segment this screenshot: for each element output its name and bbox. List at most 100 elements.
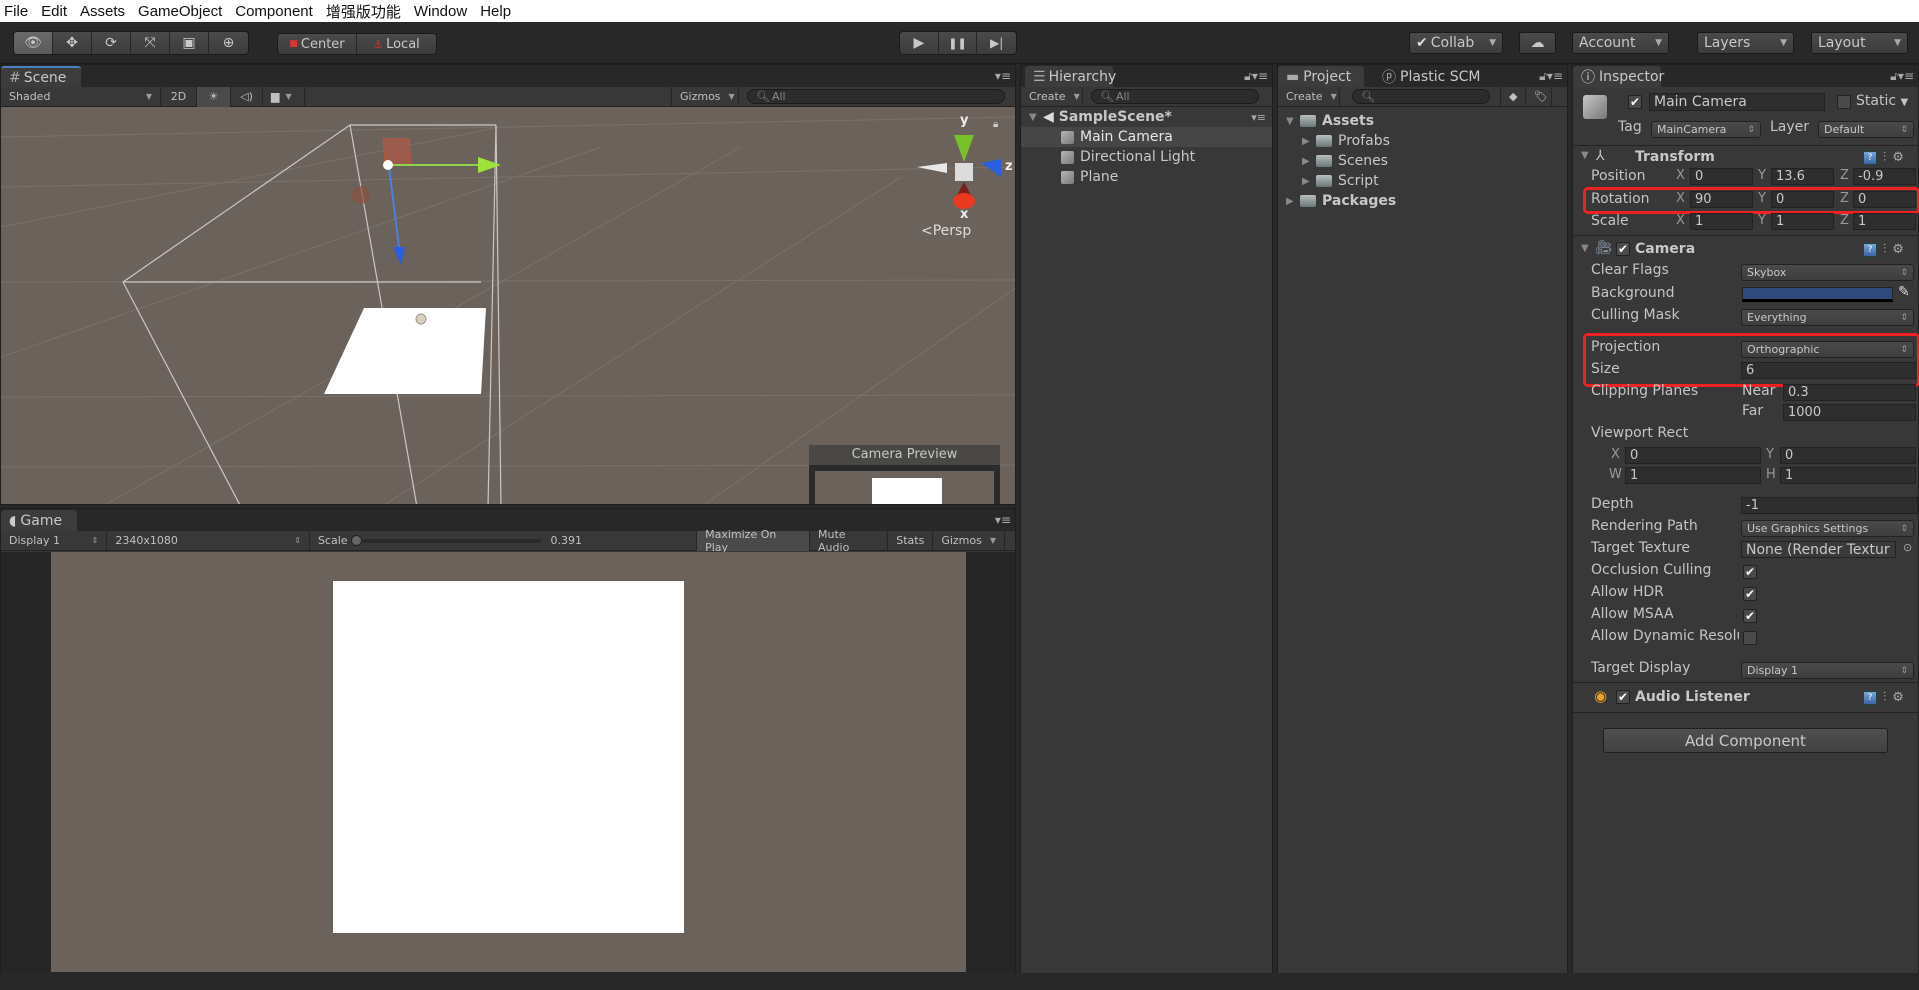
position-y-input[interactable]: 13.6	[1771, 168, 1834, 185]
effects-dropdown[interactable]: ▆ ▼	[263, 86, 305, 107]
expand-icon[interactable]: ▼	[1029, 112, 1043, 123]
active-checkbox[interactable]: ✔	[1628, 95, 1642, 109]
menu-gameobject[interactable]: GameObject	[138, 3, 222, 20]
scene-gizmos-dropdown[interactable]: Gizmos ▼	[671, 86, 739, 107]
tab-scene[interactable]: # Scene	[1, 66, 81, 88]
project-folder-packages[interactable]: ▶ Packages	[1278, 191, 1567, 211]
panel-menu-icon[interactable]: 🔓︎▾≡	[1244, 69, 1268, 84]
cloud-button[interactable]: ☁	[1519, 32, 1556, 54]
collab-button[interactable]: ✔ Collab ▼	[1409, 32, 1503, 54]
static-checkbox[interactable]	[1837, 95, 1851, 109]
culling-mask-dropdown[interactable]: Everything ⇕	[1741, 309, 1914, 326]
hierarchy-item[interactable]: Plane	[1021, 167, 1272, 187]
collapse-icon[interactable]: ▶	[1302, 136, 1316, 147]
project-create-dropdown[interactable]: Create ▼	[1278, 86, 1340, 107]
maximize-on-play-toggle[interactable]: Maximize On Play	[696, 528, 811, 554]
scale-tool-button[interactable]: ⤧	[131, 32, 170, 54]
filter-by-label-button[interactable]: 🏷︎	[1526, 86, 1552, 107]
scale-slider-thumb[interactable]	[350, 534, 362, 546]
preset-icon[interactable]: ⫶	[1883, 150, 1886, 165]
tab-hierarchy[interactable]: ☰ Hierarchy	[1025, 66, 1116, 88]
tab-plastic-scm[interactable]: ⓟ Plastic SCM	[1374, 66, 1490, 88]
layout-dropdown[interactable]: Layout ▼	[1811, 32, 1908, 54]
object-picker-icon[interactable]: ⊙	[1903, 541, 1912, 554]
position-z-input[interactable]: -0.9	[1853, 168, 1916, 185]
menu-file[interactable]: File	[4, 3, 28, 20]
allow-hdr-checkbox[interactable]: ✔	[1743, 587, 1757, 601]
object-name-input[interactable]: Main Camera	[1649, 93, 1825, 111]
hierarchy-item[interactable]: Directional Light	[1021, 147, 1272, 167]
filter-by-type-button[interactable]: ◆	[1500, 86, 1526, 107]
project-folder-profabs[interactable]: ▶ Profabs	[1278, 131, 1567, 151]
rotation-y-input[interactable]: 0	[1771, 191, 1834, 208]
audio-toggle[interactable]: ◁)	[231, 86, 263, 107]
rendering-path-dropdown[interactable]: Use Graphics Settings ⇕	[1741, 520, 1914, 537]
foldout-icon[interactable]: ▼	[1581, 243, 1589, 254]
target-texture-field[interactable]: None (Render Textur	[1741, 541, 1896, 558]
layers-dropdown[interactable]: Layers ▼	[1697, 32, 1794, 54]
tag-dropdown[interactable]: MainCamera ⇕	[1651, 121, 1761, 138]
game-viewport[interactable]	[1, 552, 1015, 973]
game-gizmos-dropdown[interactable]: Gizmos ▼	[933, 530, 1005, 551]
hierarchy-search-input[interactable]: 🔍︎ All	[1091, 89, 1259, 104]
collapse-icon[interactable]: ▶	[1286, 196, 1300, 207]
project-folder-scenes[interactable]: ▶ Scenes	[1278, 151, 1567, 171]
camera-enabled-checkbox[interactable]: ✔	[1616, 242, 1630, 256]
gear-icon[interactable]: ⚙	[1892, 242, 1904, 257]
allow-msaa-checkbox[interactable]: ✔	[1743, 609, 1757, 623]
scene-viewport[interactable]: y z x <Persp 🔒︎ Camera Preview	[1, 107, 1015, 504]
project-folder-assets[interactable]: ▼ Assets	[1278, 111, 1567, 131]
menu-enhanced-features[interactable]: 增强版功能	[326, 1, 401, 22]
position-x-input[interactable]: 0	[1690, 168, 1753, 185]
background-color-swatch[interactable]	[1742, 287, 1893, 302]
step-button[interactable]: ▶|	[977, 32, 1016, 54]
rotation-x-input[interactable]: 90	[1690, 191, 1753, 208]
transform-tool-button[interactable]: ⊕	[209, 32, 248, 54]
scale-slider[interactable]	[350, 534, 541, 546]
menu-assets[interactable]: Assets	[80, 3, 125, 20]
projection-toggle[interactable]: <Persp	[921, 223, 971, 239]
lighting-toggle[interactable]: ☀	[197, 86, 231, 107]
tab-game[interactable]: ◖ Game	[1, 510, 77, 532]
scene-search-input[interactable]: 🔍︎ All	[747, 89, 1005, 104]
menu-component[interactable]: Component	[235, 3, 313, 20]
menu-edit[interactable]: Edit	[41, 3, 67, 20]
panel-menu-icon[interactable]: ▾≡	[995, 69, 1011, 83]
pause-button[interactable]: ❚❚	[938, 32, 978, 54]
far-input[interactable]: 1000	[1783, 404, 1916, 421]
pivot-center-button[interactable]: ■ Center	[278, 34, 357, 54]
scale-y-input[interactable]: 1	[1771, 213, 1834, 230]
collapse-icon[interactable]: ▶	[1302, 156, 1316, 167]
display-dropdown[interactable]: Display 1 ⇕	[1, 530, 108, 551]
scale-x-input[interactable]: 1	[1690, 213, 1753, 230]
move-tool-button[interactable]: ✥	[53, 32, 92, 54]
help-icon[interactable]: ?	[1863, 690, 1877, 705]
panel-menu-icon[interactable]: 🔓︎▾≡	[1539, 69, 1563, 84]
allow-dynamic-resolution-checkbox[interactable]	[1743, 631, 1757, 645]
rotation-z-input[interactable]: 0	[1853, 191, 1916, 208]
expand-icon[interactable]: ▼	[1286, 116, 1300, 127]
depth-input[interactable]: -1	[1741, 497, 1918, 514]
resolution-dropdown[interactable]: 2340x1080 ⇕	[107, 530, 310, 551]
add-component-button[interactable]: Add Component	[1603, 728, 1888, 753]
camera-gizmo-icon[interactable]	[383, 160, 393, 170]
account-dropdown[interactable]: Account ▼	[1572, 32, 1669, 54]
viewport-x-input[interactable]: 0	[1625, 447, 1761, 464]
plane-object[interactable]	[324, 308, 486, 394]
preset-icon[interactable]: ⫶	[1883, 690, 1886, 705]
occlusion-culling-checkbox[interactable]: ✔	[1743, 565, 1757, 579]
x-axis-handle[interactable]	[352, 186, 370, 204]
clear-flags-dropdown[interactable]: Skybox ⇕	[1741, 264, 1914, 281]
2d-toggle[interactable]: 2D	[161, 86, 197, 107]
foldout-icon[interactable]: ▼	[1581, 150, 1589, 161]
view-tool-button[interactable]: 👁	[14, 32, 53, 54]
rect-tool-button[interactable]: ▣	[170, 32, 209, 54]
mute-audio-toggle[interactable]: Mute Audio	[810, 528, 889, 554]
rotate-tool-button[interactable]: ⟳	[92, 32, 131, 54]
gear-icon[interactable]: ⚙	[1892, 150, 1904, 165]
stats-toggle[interactable]: Stats	[888, 530, 934, 551]
menu-help[interactable]: Help	[480, 3, 511, 20]
menu-window[interactable]: Window	[414, 3, 467, 20]
projection-dropdown[interactable]: Orthographic ⇕	[1741, 341, 1914, 358]
audio-listener-checkbox[interactable]: ✔	[1616, 690, 1630, 704]
